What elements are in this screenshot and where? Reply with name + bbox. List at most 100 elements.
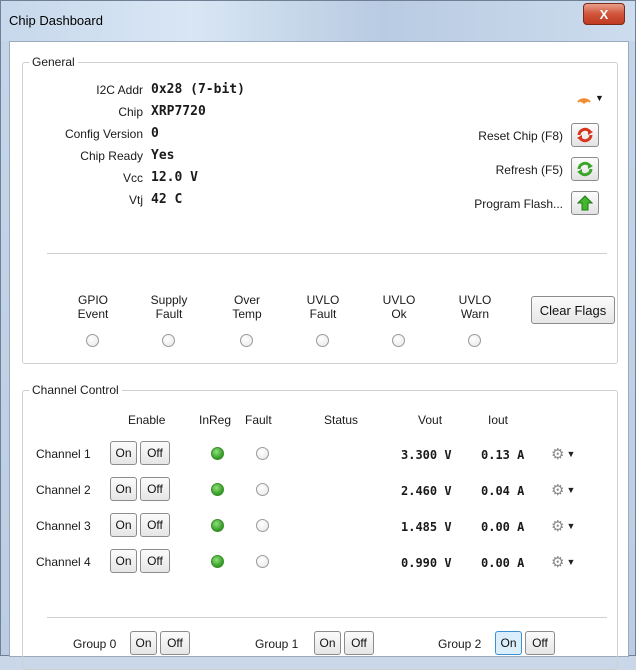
- channel-2-label: Channel 2: [36, 483, 91, 497]
- status-header: Status: [324, 413, 359, 427]
- group-1-on-button[interactable]: On: [314, 631, 341, 655]
- channel-3-off-button[interactable]: Off: [140, 513, 170, 537]
- upload-arrow-icon: [577, 195, 593, 211]
- channel-2-inreg-led: [211, 483, 224, 496]
- group-0-off-button[interactable]: Off: [160, 631, 190, 655]
- program-flash-label: Program Flash...: [474, 197, 563, 211]
- channel-2-iout: 0.04 A: [481, 484, 525, 498]
- general-group: General I2C Addr 0x28 (7-bit) Chip XRP77…: [22, 55, 618, 364]
- chevron-down-icon: ▼: [566, 449, 576, 459]
- close-button[interactable]: X: [583, 3, 625, 25]
- feed-menu[interactable]: ▼: [575, 89, 607, 107]
- iout-header: Iout: [488, 413, 509, 427]
- flag-supply-fault-label: Supply Fault: [150, 293, 188, 321]
- channel-2-settings-menu[interactable]: ⚙ ▼: [551, 482, 581, 499]
- channel-1-fault-led: [256, 447, 269, 460]
- flag-uvlo-ok-label: UVLO Ok: [382, 293, 416, 321]
- channel-3-settings-menu[interactable]: ⚙ ▼: [551, 518, 581, 535]
- refresh-button[interactable]: [571, 157, 599, 181]
- channel-4-off-button[interactable]: Off: [140, 549, 170, 573]
- config-version-label: Config Version: [64, 127, 143, 141]
- chevron-down-icon: ▼: [566, 557, 576, 567]
- program-flash-button[interactable]: [571, 191, 599, 215]
- general-legend: General: [29, 55, 78, 69]
- chip-ready-value: Yes: [151, 148, 175, 163]
- group-2-off-button[interactable]: Off: [525, 631, 555, 655]
- flag-supply-fault-led: [162, 334, 175, 347]
- channel-2-fault-led: [256, 483, 269, 496]
- channel-4-on-button[interactable]: On: [110, 549, 137, 573]
- chip-value: XRP7720: [151, 104, 206, 119]
- chevron-down-icon: ▼: [595, 93, 604, 103]
- vcc-label: Vcc: [122, 171, 143, 185]
- flag-over-temp-led: [240, 334, 253, 347]
- channel-4-vout: 0.990 V: [401, 556, 452, 570]
- vcc-value: 12.0 V: [151, 170, 198, 185]
- channel-control-group: Channel Control Enable InReg Fault Statu…: [22, 383, 618, 670]
- group-2-on-button[interactable]: On: [495, 631, 522, 655]
- channel-1-settings-menu[interactable]: ⚙ ▼: [551, 446, 581, 463]
- flag-uvlo-warn-label: UVLO Warn: [458, 293, 492, 321]
- group-0-label: Group 0: [73, 637, 117, 651]
- flag-uvlo-fault-led: [316, 334, 329, 347]
- vtj-label: Vtj: [128, 193, 143, 207]
- flag-over-temp-label: Over Temp: [232, 293, 262, 321]
- title-bar[interactable]: Chip Dashboard X: [1, 1, 635, 41]
- config-version-value: 0: [151, 126, 159, 141]
- flag-gpio-event-label: GPIO Event: [77, 293, 109, 321]
- channel-divider: [47, 617, 607, 618]
- vtj-value: 42 C: [151, 192, 183, 207]
- chip-dashboard-window: Chip Dashboard X General I2C Addr 0x28 (…: [0, 0, 636, 670]
- gear-icon: ⚙: [551, 554, 565, 571]
- reset-icon: [577, 127, 593, 143]
- reset-chip-label: Reset Chip (F8): [478, 129, 563, 143]
- channel-1-inreg-led: [211, 447, 224, 460]
- reset-chip-button[interactable]: [571, 123, 599, 147]
- refresh-icon: [577, 161, 593, 177]
- channel-2-on-button[interactable]: On: [110, 477, 137, 501]
- channel-1-iout: 0.13 A: [481, 448, 525, 462]
- i2c-addr-label: I2C Addr: [96, 83, 143, 97]
- clear-flags-button[interactable]: Clear Flags: [531, 296, 615, 324]
- refresh-label: Refresh (F5): [495, 163, 563, 177]
- channel-2-off-button[interactable]: Off: [140, 477, 170, 501]
- chip-label: Chip: [118, 105, 143, 119]
- channel-control-legend: Channel Control: [29, 383, 122, 397]
- channel-1-off-button[interactable]: Off: [140, 441, 170, 465]
- channel-3-iout: 0.00 A: [481, 520, 525, 534]
- flag-uvlo-warn-led: [468, 334, 481, 347]
- channel-1-on-button[interactable]: On: [110, 441, 137, 465]
- channel-3-label: Channel 3: [36, 519, 91, 533]
- broadcast-icon: [577, 98, 591, 104]
- channel-1-label: Channel 1: [36, 447, 91, 461]
- window-title: Chip Dashboard: [9, 13, 103, 28]
- channel-3-on-button[interactable]: On: [110, 513, 137, 537]
- group-0-on-button[interactable]: On: [130, 631, 157, 655]
- gear-icon: ⚙: [551, 518, 565, 535]
- i2c-addr-value: 0x28 (7-bit): [151, 82, 245, 97]
- channel-3-vout: 1.485 V: [401, 520, 452, 534]
- channel-4-label: Channel 4: [36, 555, 91, 569]
- channel-3-inreg-led: [211, 519, 224, 532]
- channel-4-inreg-led: [211, 555, 224, 568]
- fault-header: Fault: [245, 413, 272, 427]
- gear-icon: ⚙: [551, 482, 565, 499]
- flag-uvlo-fault-label: UVLO Fault: [306, 293, 340, 321]
- group-1-off-button[interactable]: Off: [344, 631, 374, 655]
- chevron-down-icon: ▼: [566, 485, 576, 495]
- general-divider: [47, 253, 607, 254]
- group-1-label: Group 1: [255, 637, 299, 651]
- channel-1-vout: 3.300 V: [401, 448, 452, 462]
- channel-4-fault-led: [256, 555, 269, 568]
- flag-gpio-event-led: [86, 334, 99, 347]
- channel-3-fault-led: [256, 519, 269, 532]
- group-2-label: Group 2: [438, 637, 482, 651]
- chevron-down-icon: ▼: [566, 521, 576, 531]
- close-icon: X: [599, 6, 609, 22]
- vout-header: Vout: [418, 413, 443, 427]
- chip-ready-label: Chip Ready: [80, 149, 143, 163]
- enable-header: Enable: [128, 413, 166, 427]
- channel-4-settings-menu[interactable]: ⚙ ▼: [551, 554, 581, 571]
- client-area: General I2C Addr 0x28 (7-bit) Chip XRP77…: [9, 41, 629, 670]
- channel-4-iout: 0.00 A: [481, 556, 525, 570]
